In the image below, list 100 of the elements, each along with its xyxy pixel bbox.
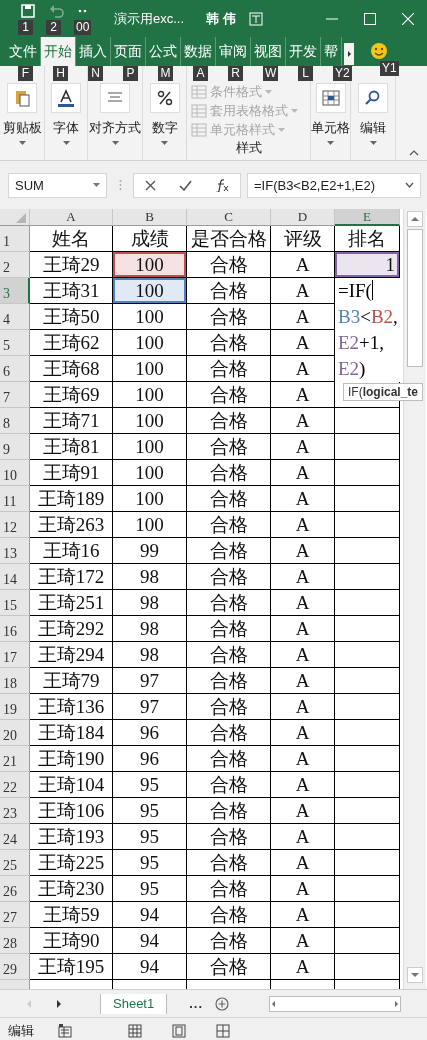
row-header[interactable]: 17	[0, 642, 30, 668]
row-header[interactable]: 24	[0, 824, 30, 850]
empty-cell	[335, 434, 400, 460]
ribbon-button[interactable]: 字体	[51, 83, 81, 145]
table-cell: 合格	[187, 746, 271, 772]
table-cell: A	[271, 902, 335, 928]
maximize-icon[interactable]	[364, 12, 376, 25]
column-header[interactable]: C	[187, 209, 271, 226]
row-header[interactable]: 1	[0, 226, 30, 252]
row-header[interactable]: 5	[0, 330, 30, 356]
empty-cell	[335, 772, 400, 798]
collapse-ribbon-icon[interactable]	[409, 150, 419, 156]
horizontal-scrollbar[interactable]	[269, 995, 402, 1012]
row-header[interactable]: 13	[0, 538, 30, 564]
ribbon-tab[interactable]: 开始	[41, 37, 76, 66]
dropdown-icon[interactable]	[93, 183, 100, 187]
cancel-icon[interactable]	[145, 179, 157, 191]
table-cell: A	[271, 928, 335, 954]
table-cell: 95	[113, 850, 187, 876]
row-header[interactable]: 21	[0, 746, 30, 772]
ribbon-button[interactable]: 对齐方式	[89, 83, 141, 145]
row-header[interactable]: 6	[0, 356, 30, 382]
table-cell: 97	[113, 694, 187, 720]
group-label: 编辑	[360, 119, 386, 137]
column-header[interactable]: A	[30, 209, 113, 226]
row-header[interactable]: 20	[0, 720, 30, 746]
row-header[interactable]: 22	[0, 772, 30, 798]
row-header[interactable]: 26	[0, 876, 30, 902]
smiley-icon[interactable]	[370, 42, 388, 60]
empty-cell	[335, 408, 400, 434]
table-cell: 评级	[271, 226, 335, 252]
name-box[interactable]: SUM	[8, 172, 107, 198]
table-cell: 合格	[187, 356, 271, 382]
sheet-tab[interactable]: Sheet1	[100, 993, 168, 1014]
row-header[interactable]: 9	[0, 434, 30, 460]
more-sheets-button[interactable]: ...	[189, 996, 204, 1011]
row-header[interactable]: 11	[0, 486, 30, 512]
column-header[interactable]: D	[271, 209, 335, 226]
row-header[interactable]: 29	[0, 954, 30, 980]
add-sheet-icon[interactable]	[215, 996, 230, 1011]
table-cell: 99	[113, 538, 187, 564]
page-break-icon[interactable]	[216, 1023, 230, 1038]
scroll-down-icon[interactable]	[407, 967, 423, 983]
ribbon-display-icon[interactable]	[248, 11, 263, 26]
table-cell: 王琦106	[30, 798, 113, 824]
page-layout-icon[interactable]	[172, 1023, 186, 1038]
row-header[interactable]: 7	[0, 382, 30, 408]
ribbon-button[interactable]: 编辑	[358, 83, 388, 145]
keytip: R	[228, 66, 243, 81]
table-cell: A	[271, 616, 335, 642]
row-header[interactable]: 14	[0, 564, 30, 590]
row-header[interactable]: 25	[0, 850, 30, 876]
row-header[interactable]: 4	[0, 304, 30, 330]
ribbon-button[interactable]: 剪贴板	[2, 83, 42, 145]
scrollbar-thumb[interactable]	[407, 229, 423, 367]
keytip: F	[18, 66, 33, 81]
table-cell: 合格	[187, 694, 271, 720]
table-cell: 96	[113, 720, 187, 746]
cell-editor[interactable]: =IF( B3<B2, E2+1, E2)	[335, 278, 401, 382]
row-header[interactable]: 23	[0, 798, 30, 824]
user-name[interactable]: 韩 伟	[206, 9, 236, 28]
table-cell: 王琦263	[30, 512, 113, 538]
table-style-icon	[191, 121, 207, 138]
empty-cell	[335, 902, 400, 928]
table-cell: 合格	[187, 304, 271, 330]
formula-field[interactable]: =IF(B3<B2,E2+1,E2)	[247, 172, 421, 198]
insert-function-icon[interactable]	[214, 178, 229, 192]
table-cell: 合格	[187, 876, 271, 902]
table-cell: 合格	[187, 772, 271, 798]
row-header[interactable]: 27	[0, 902, 30, 928]
row-header[interactable]: 3	[0, 278, 30, 304]
close-icon[interactable]	[402, 12, 414, 25]
scroll-up-icon[interactable]	[407, 211, 423, 227]
ribbon-button[interactable]: 数字	[149, 83, 180, 145]
table-cell: 王琦184	[30, 720, 113, 746]
save-icon[interactable]	[20, 3, 36, 19]
ribbon-button[interactable]: 单元格	[311, 83, 350, 145]
table-cell: A	[271, 694, 335, 720]
window-title: 演示用exc...	[114, 9, 185, 28]
record-macro-icon[interactable]	[58, 1023, 72, 1038]
column-header[interactable]: E	[335, 209, 400, 226]
table-cell: 王琦172	[30, 564, 113, 590]
row-header[interactable]: 10	[0, 460, 30, 486]
row-header[interactable]: 2	[0, 252, 30, 278]
expand-icon[interactable]	[405, 182, 414, 188]
row-header[interactable]: 16	[0, 616, 30, 642]
normal-view-icon[interactable]	[128, 1023, 142, 1038]
row-header[interactable]: 8	[0, 408, 30, 434]
table-cell: A	[271, 434, 335, 460]
row-header[interactable]: 18	[0, 668, 30, 694]
column-header[interactable]: B	[113, 209, 187, 226]
row-header[interactable]: 19	[0, 694, 30, 720]
enter-icon[interactable]	[179, 179, 192, 191]
row-header[interactable]: 15	[0, 590, 30, 616]
row-header[interactable]: 28	[0, 928, 30, 954]
scroll-right-icon[interactable]	[392, 999, 401, 1008]
table-cell: 王琦71	[30, 408, 113, 434]
sheet-next-icon[interactable]	[56, 999, 62, 1008]
caret-icon	[111, 141, 119, 145]
row-header[interactable]: 12	[0, 512, 30, 538]
